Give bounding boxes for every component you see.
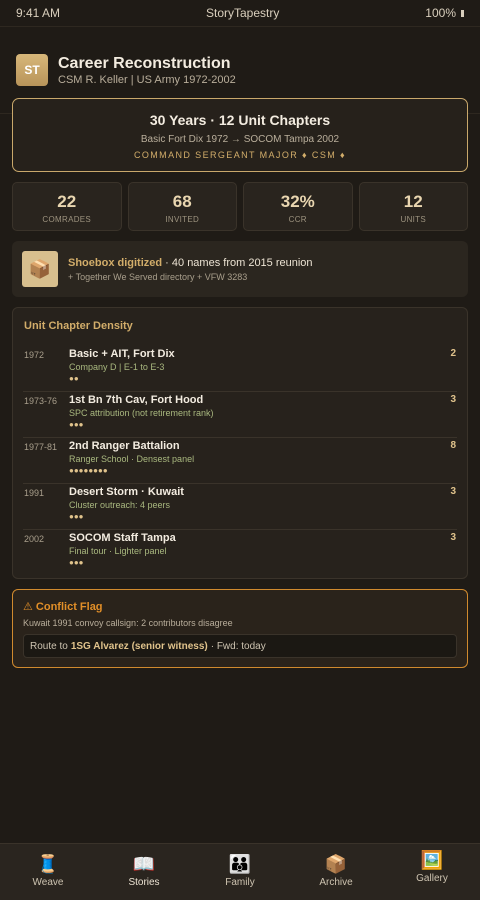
chapter-density-dots: ●●	[69, 374, 79, 383]
shoebox-text: Shoebox digitized · 40 names from 2015 r…	[68, 257, 313, 282]
chapter-subtitle: Final tour · Lighter panel	[69, 546, 167, 556]
stat-label: UNITS	[400, 215, 426, 224]
chapter-subtitle: Company D | E-1 to E-3	[69, 362, 165, 372]
stat-comrades[interactable]: 22 COMRADES	[12, 182, 122, 231]
stat-value: 12	[403, 192, 423, 211]
chapter-year: 1991	[24, 488, 45, 498]
shoebox-sources: + Together We Served directory + VFW 328…	[68, 271, 248, 282]
conflict-flag-card[interactable]: ⚠ Conflict Flag Kuwait 1991 convoy calls…	[12, 589, 468, 668]
chapter-subtitle: SPC attribution (not retirement rank)	[69, 408, 214, 418]
chapter-name: Basic + AIT, Fort Dix	[69, 348, 175, 360]
app-avatar[interactable]: ST	[16, 54, 48, 86]
header-text: Career Reconstruction CSM R. Keller | US…	[58, 54, 236, 86]
conflict-description: Kuwait 1991 convoy callsign: 2 contribut…	[23, 618, 233, 628]
bottom-tab-bar: 🧵 Weave 📖 Stories 👪 Family 📦 Archive 🖼️ …	[0, 843, 480, 900]
tab-label: Weave	[32, 877, 64, 888]
shoebox-strong: Shoebox digitized	[68, 256, 163, 269]
chapter-density-dots: ●●●	[69, 558, 84, 567]
stat-invited[interactable]: 68 INVITED	[127, 182, 237, 231]
career-rank: COMMAND SERGEANT MAJOR ♦ CSM ♦	[133, 150, 347, 160]
stats-row: 22 COMRADES 68 INVITED 32% CCR 12 UNITS	[12, 182, 468, 231]
tab-label: Stories	[128, 877, 160, 888]
chapter-year: 1972	[24, 350, 45, 360]
chapter-year: 2002	[24, 534, 45, 544]
shoebox-headline: Shoebox digitized · 40 names from 2015 r…	[68, 257, 313, 269]
route-witness: 1SG Alvarez (senior witness)	[70, 640, 208, 652]
stat-value: 68	[172, 192, 192, 211]
tab-label: Archive	[319, 877, 353, 888]
chapter-density-dots: ●●●	[69, 512, 84, 521]
tab-stories[interactable]: 📖 Stories	[96, 844, 192, 900]
status-battery-group: 100%	[425, 6, 464, 20]
chapter-count: 3	[450, 394, 456, 405]
page-title: Career Reconstruction	[58, 55, 231, 72]
chapter-density-dots: ●●●	[69, 420, 84, 429]
family-icon: 👪	[228, 854, 252, 874]
chapter-row[interactable]: 1977-81 2nd Ranger Battalion Ranger Scho…	[23, 438, 457, 484]
unit-chapter-density-panel: Unit Chapter Density 1972 Basic + AIT, F…	[12, 307, 468, 579]
stat-label: CCR	[288, 215, 307, 224]
shoebox-icon: 📦	[22, 251, 58, 287]
chapter-density-dots: ●●●●●●●●	[69, 466, 108, 475]
chapter-subtitle: Cluster outreach: 4 peers	[69, 500, 171, 510]
career-summary-card[interactable]: 30 Years · 12 Unit Chapters Basic Fort D…	[12, 98, 468, 172]
career-summary-title: 30 Years · 12 Unit Chapters	[149, 112, 331, 128]
battery-percent: 100%	[425, 6, 456, 20]
conflict-title: ⚠ Conflict Flag	[23, 601, 103, 613]
shoebox-detail: · 40 names from 2015 reunion	[162, 256, 313, 269]
stat-value: 22	[57, 192, 77, 211]
chapter-year: 1973-76	[24, 396, 58, 406]
status-app-name: StoryTapestry	[205, 6, 280, 20]
chapter-count: 2	[450, 348, 456, 359]
tab-family[interactable]: 👪 Family	[192, 844, 288, 900]
chapter-row[interactable]: 1973-76 1st Bn 7th Cav, Fort Hood SPC at…	[23, 392, 457, 438]
chapter-name: 2nd Ranger Battalion	[69, 440, 180, 452]
density-title: Unit Chapter Density	[24, 320, 133, 332]
stat-label: COMRADES	[42, 215, 92, 224]
page-subtitle: CSM R. Keller | US Army 1972-2002	[58, 74, 236, 86]
chapter-name: 1st Bn 7th Cav, Fort Hood	[69, 394, 204, 406]
status-time: 9:41 AM	[16, 6, 61, 20]
tab-archive[interactable]: 📦 Archive	[288, 844, 384, 900]
tab-label: Gallery	[416, 873, 448, 884]
chapter-name: SOCOM Staff Tampa	[69, 532, 176, 544]
tab-label: Family	[225, 877, 255, 888]
chapter-list: 1972 Basic + AIT, Fort Dix Company D | E…	[13, 346, 467, 576]
status-bar: 9:41 AM StoryTapestry 100%	[0, 0, 480, 27]
chapter-count: 8	[450, 440, 456, 451]
box-icon: 📦	[324, 854, 348, 874]
stat-units[interactable]: 12 UNITS	[358, 182, 468, 231]
chapter-row[interactable]: 1972 Basic + AIT, Fort Dix Company D | E…	[23, 346, 457, 392]
route-prefix: Route to	[30, 640, 68, 652]
chapter-subtitle: Ranger School · Densest panel	[69, 454, 195, 464]
stat-value: 32%	[280, 192, 315, 211]
chapter-row[interactable]: 2002 SOCOM Staff Tampa Final tour · Ligh…	[23, 530, 457, 576]
battery-icon	[461, 9, 464, 17]
chapter-count: 3	[450, 532, 456, 543]
stat-ccr[interactable]: 32% CCR	[243, 182, 353, 231]
chapter-count: 3	[450, 486, 456, 497]
tab-weave[interactable]: 🧵 Weave	[0, 844, 96, 900]
chapter-row[interactable]: 1991 Desert Storm · Kuwait Cluster outre…	[23, 484, 457, 530]
route-to-witness-button[interactable]: Route to 1SG Alvarez (senior witness) · …	[23, 634, 457, 658]
career-route: Basic Fort Dix 1972 → SOCOM Tampa 2002	[140, 134, 340, 145]
spool-icon: 🧵	[36, 854, 60, 874]
book-icon: 📖	[132, 854, 156, 874]
picture-icon: 🖼️	[420, 850, 444, 870]
stat-label: INVITED	[165, 215, 200, 224]
route-suffix: · Fwd: today	[210, 640, 266, 652]
tab-gallery[interactable]: 🖼️ Gallery	[384, 844, 480, 900]
chapter-year: 1977-81	[24, 442, 58, 452]
shoebox-card[interactable]: 📦 Shoebox digitized · 40 names from 2015…	[12, 241, 468, 297]
chapter-name: Desert Storm · Kuwait	[69, 486, 184, 498]
